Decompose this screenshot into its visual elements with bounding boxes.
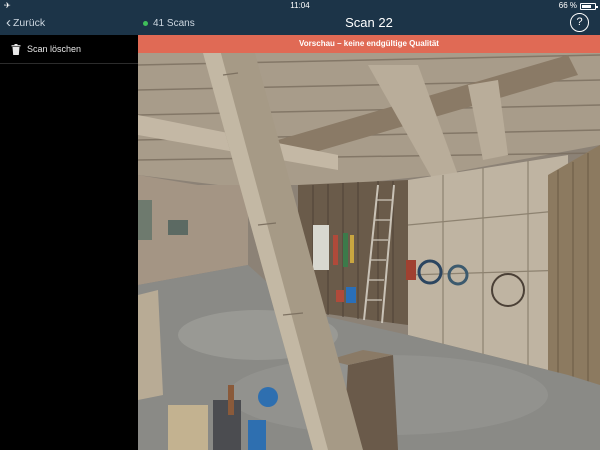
panorama-viewer[interactable]: Vorschau – keine endgültige Qualität <box>138 35 600 450</box>
help-button[interactable]: ? <box>570 13 589 32</box>
preview-quality-banner: Vorschau – keine endgültige Qualität <box>138 35 600 53</box>
status-time: 11:04 <box>290 1 310 10</box>
back-button[interactable]: ‹ Zurück <box>6 11 45 35</box>
chevron-left-icon: ‹ <box>6 14 11 31</box>
back-button-label: Zurück <box>13 17 46 29</box>
status-bar: ✈ 11:04 66 % <box>0 0 600 11</box>
trash-icon <box>11 43 21 55</box>
battery-indicator: 66 % <box>558 0 598 11</box>
sidebar: Scan löschen <box>0 35 138 450</box>
sidebar-item-label: Scan löschen <box>27 44 82 54</box>
panorama-image <box>138 35 600 450</box>
battery-percent: 66 % <box>558 1 577 10</box>
delete-scan-button[interactable]: Scan löschen <box>0 35 138 64</box>
battery-icon <box>580 3 598 10</box>
page-title: Scan 22 <box>345 15 393 30</box>
navigation-bar: ‹ Zurück 41 Scans Scan 22 ? <box>0 11 600 35</box>
